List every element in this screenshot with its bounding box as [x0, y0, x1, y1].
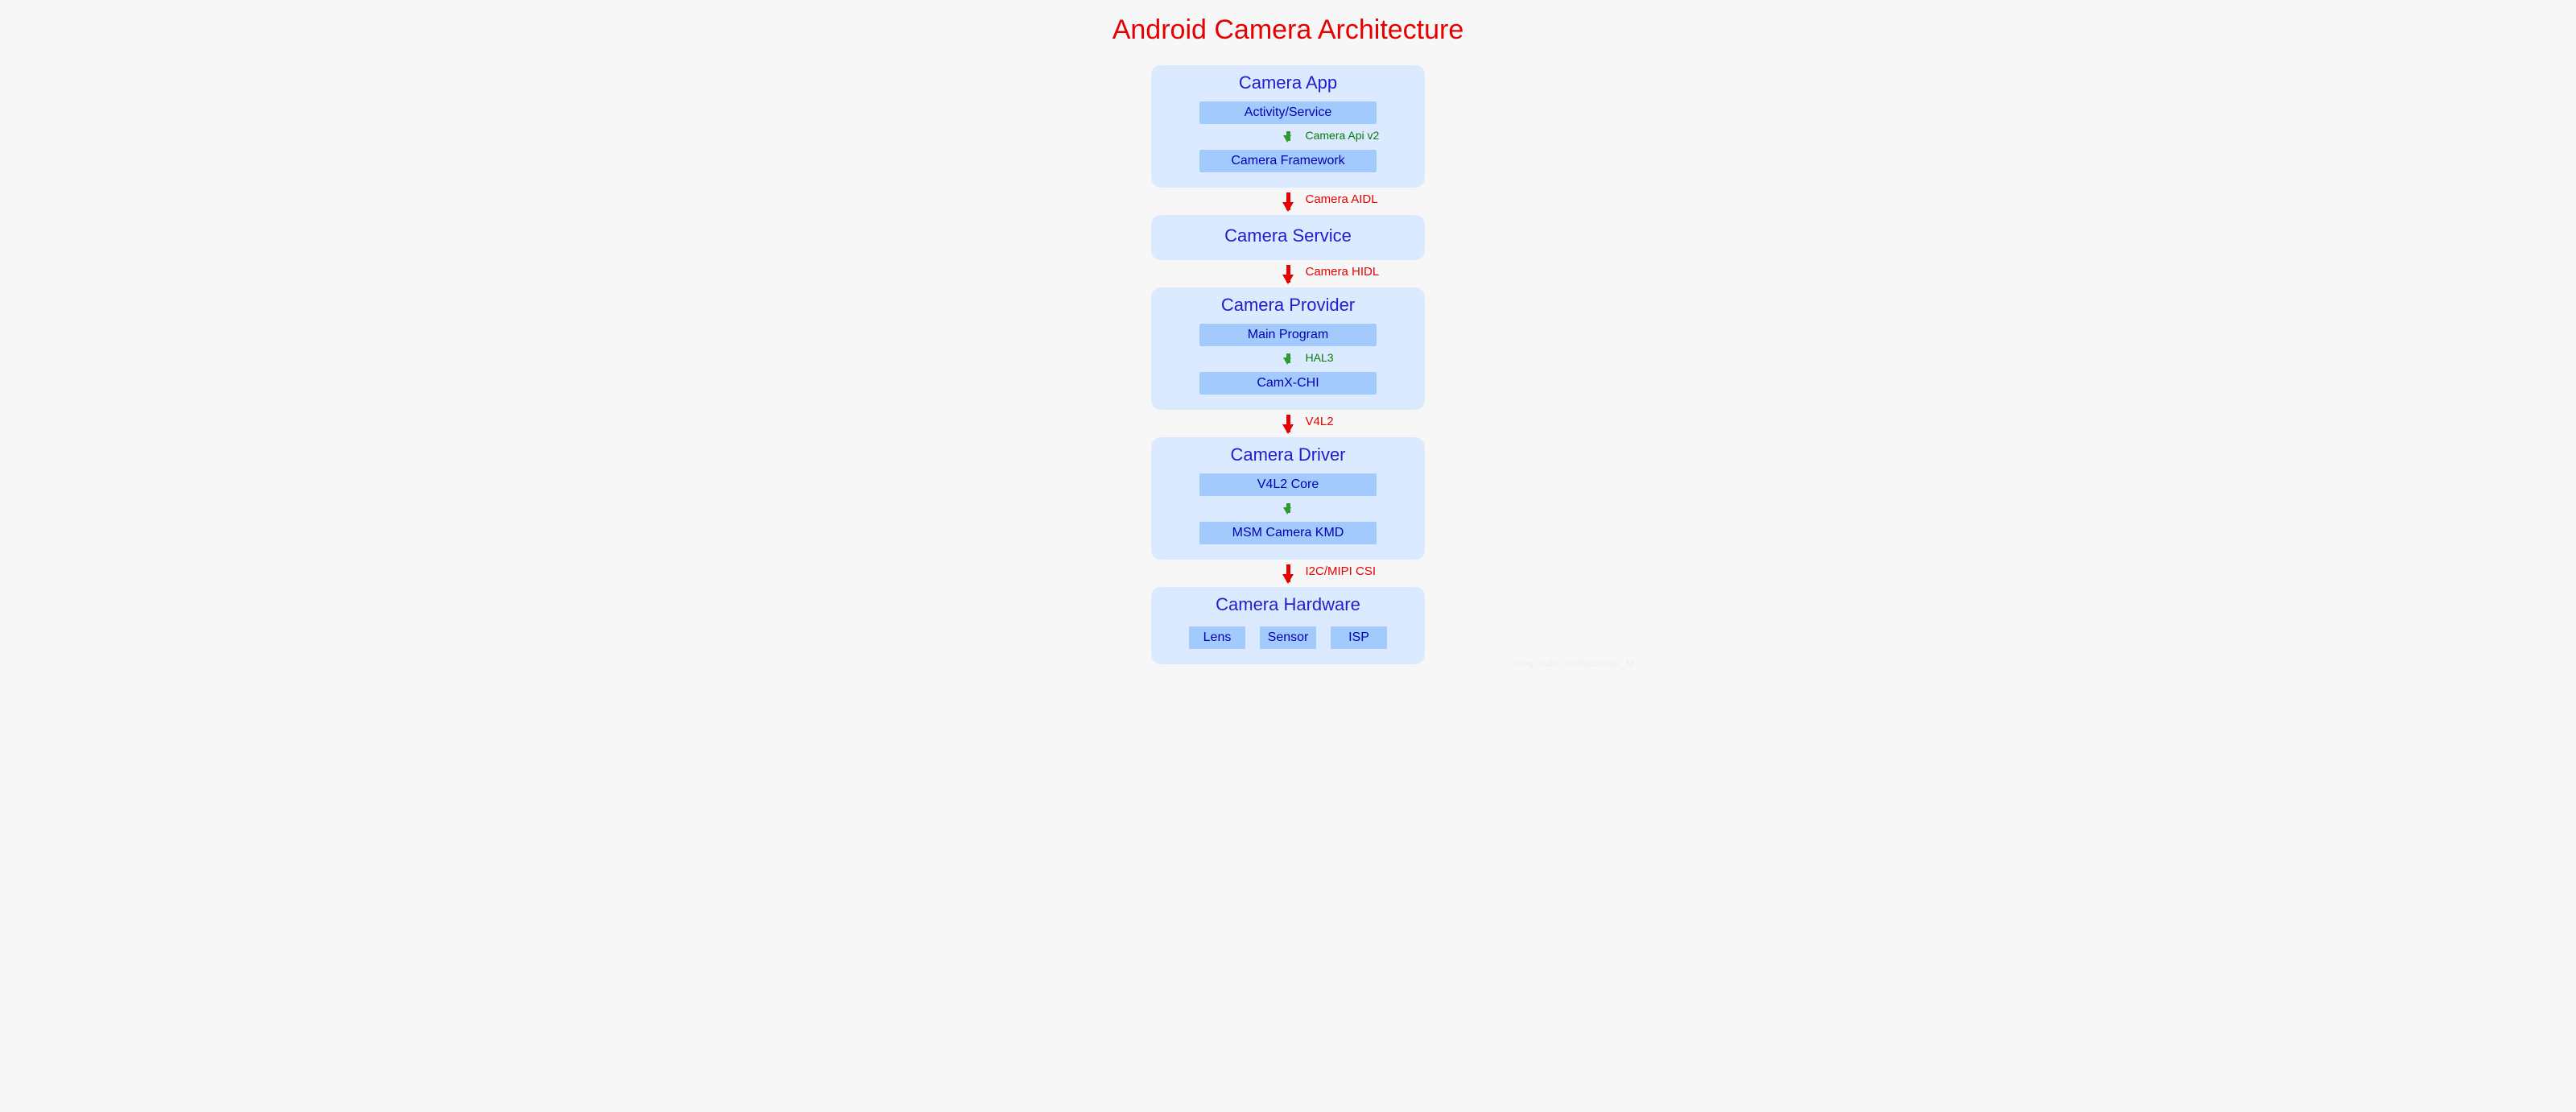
arrow-camera-hidl: Camera HIDL: [1286, 260, 1290, 287]
layer-title: Camera App: [1239, 72, 1337, 93]
box-sensor: Sensor: [1260, 626, 1316, 649]
layer-camera-app: Camera App Activity/Service Camera Api v…: [1151, 65, 1425, 188]
arrow-i2c-mipi-csi: I2C/MIPI CSI: [1286, 560, 1290, 587]
layer-title: Camera Service: [1224, 225, 1352, 246]
diagram-title: Android Camera Architecture: [1113, 14, 1464, 46]
layer-camera-hardware: Camera Hardware Lens Sensor ISP: [1151, 587, 1425, 664]
arrow-label: Camera Api v2: [1306, 129, 1380, 142]
layer-title: Camera Driver: [1230, 444, 1345, 465]
arrow-label: V4L2: [1306, 415, 1334, 428]
arrow-label: HAL3: [1306, 351, 1334, 364]
arrow-v4l2: V4L2: [1286, 410, 1290, 437]
box-activity-service: Activity/Service: [1199, 101, 1377, 124]
arrow-camera-aidl: Camera AIDL: [1286, 188, 1290, 215]
box-isp: ISP: [1331, 626, 1387, 649]
box-lens: Lens: [1189, 626, 1245, 649]
box-msm-camera-kmd: MSM Camera KMD: [1199, 522, 1377, 544]
diagram-canvas: Android Camera Architecture Camera App A…: [0, 0, 2576, 664]
box-v4l2-core: V4L2 Core: [1199, 473, 1377, 496]
layer-camera-service: Camera Service: [1151, 215, 1425, 260]
layer-title: Camera Provider: [1221, 295, 1355, 316]
arrow-label: Camera AIDL: [1306, 192, 1378, 206]
arrow-label: Camera HIDL: [1306, 265, 1380, 279]
box-camera-framework: Camera Framework: [1199, 150, 1377, 172]
arrow-label: I2C/MIPI CSI: [1306, 564, 1377, 578]
layer-camera-provider: Camera Provider Main Program HAL3 CamX-C…: [1151, 287, 1425, 410]
layer-camera-driver: Camera Driver V4L2 Core MSM Camera KMD: [1151, 437, 1425, 560]
box-camx-chi: CamX-CHI: [1199, 372, 1377, 395]
diagram-column: Camera App Activity/Service Camera Api v…: [1151, 65, 1425, 664]
box-main-program: Main Program: [1199, 324, 1377, 346]
arrow-hal3: HAL3: [1286, 349, 1290, 367]
arrow-driver-internal: [1286, 499, 1290, 517]
layer-title: Camera Hardware: [1216, 594, 1360, 615]
watermark-text: blog.csdn.net/Nicholas_M: [1514, 658, 1634, 669]
hardware-row: Lens Sensor ISP: [1189, 625, 1387, 651]
arrow-camera-api-v2: Camera Api v2: [1286, 127, 1290, 145]
